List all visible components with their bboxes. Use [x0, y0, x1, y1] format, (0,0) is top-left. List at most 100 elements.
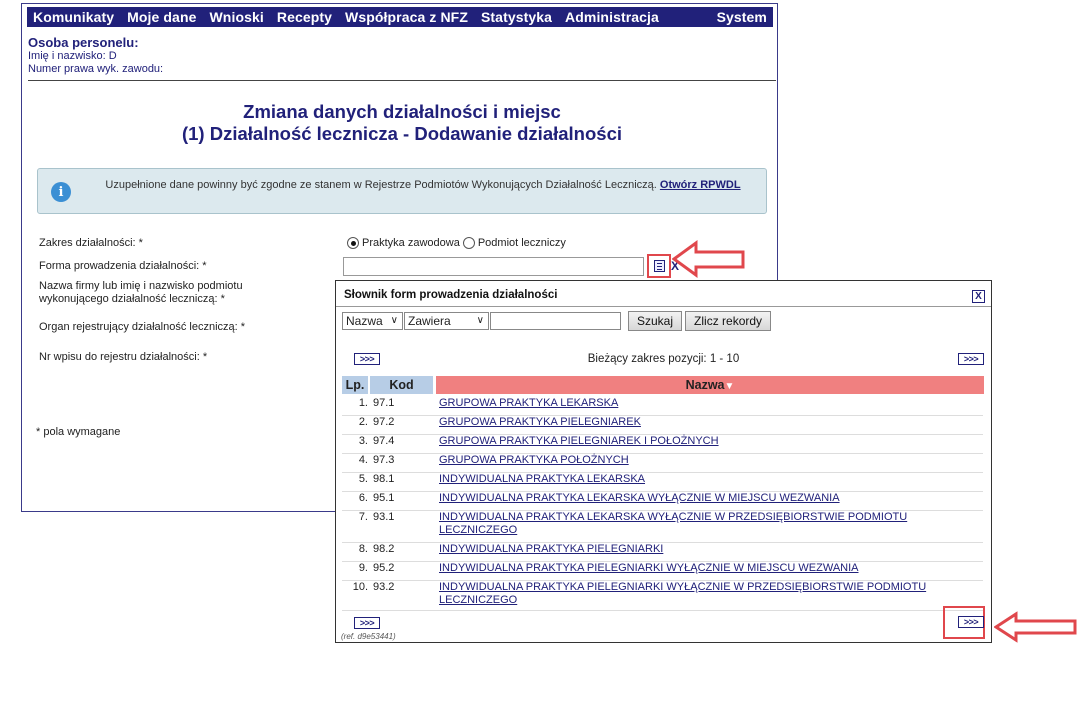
- zakres-radio-group: Praktyka zawodowa Podmiot leczniczy: [347, 237, 566, 249]
- row-kod: 95.1: [373, 492, 395, 504]
- info-icon: i: [51, 182, 71, 202]
- table-row: 6. 95.1 INDYWIDUALNA PRAKTYKA LEKARSKA W…: [342, 492, 983, 511]
- table-row: 10. 93.2 INDYWIDUALNA PRAKTYKA PIELEGNIA…: [342, 581, 983, 611]
- info-message: Uzupełnione dane powinny być zgodne ze s…: [105, 179, 657, 191]
- menu-recepty[interactable]: Recepty: [277, 9, 332, 25]
- row-kod: 97.1: [373, 397, 395, 409]
- row-name-link[interactable]: INDYWIDUALNA PRAKTYKA PIELEGNIARKI WYŁĄC…: [439, 581, 949, 607]
- operator-select-value: Zawiera: [408, 314, 451, 328]
- table-row: 7. 93.1 INDYWIDUALNA PRAKTYKA LEKARSKA W…: [342, 511, 983, 543]
- row-lp: 9.: [358, 562, 368, 574]
- menu-statystyka[interactable]: Statystyka: [481, 9, 552, 25]
- row-name-link[interactable]: GRUPOWA PRAKTYKA POŁOŻNYCH: [439, 454, 949, 467]
- table-row: 4. 97.3 GRUPOWA PRAKTYKA POŁOŻNYCH: [342, 454, 983, 473]
- forma-label: Forma prowadzenia działalności: *: [39, 260, 207, 272]
- row-kod: 97.4: [373, 435, 395, 447]
- row-lp: 7.: [358, 511, 368, 523]
- search-button[interactable]: Szukaj: [628, 311, 683, 331]
- organ-label: Organ rejestrujący działalność leczniczą…: [39, 321, 246, 333]
- menu-moje-dane[interactable]: Moje dane: [127, 9, 196, 25]
- sort-desc-icon: ▼: [724, 381, 735, 392]
- menu-system[interactable]: System: [717, 9, 767, 25]
- person-heading: Osoba personelu:: [28, 35, 139, 50]
- zakres-label: Zakres działalności: *: [39, 237, 143, 249]
- red-arrow-icon: [994, 611, 1077, 643]
- menu-wnioski[interactable]: Wnioski: [209, 9, 263, 25]
- row-name-link[interactable]: GRUPOWA PRAKTYKA PIELEGNIAREK I POŁOŻNYC…: [439, 435, 949, 448]
- operator-select[interactable]: Zawiera ∨: [404, 312, 489, 330]
- menu-administracja[interactable]: Administracja: [565, 9, 659, 25]
- row-name-link[interactable]: GRUPOWA PRAKTYKA LEKARSKA: [439, 397, 949, 410]
- radio-praktyka-zawodowa[interactable]: [347, 237, 359, 249]
- required-note: * pola wymagane: [36, 426, 121, 438]
- row-name-link[interactable]: INDYWIDUALNA PRAKTYKA LEKARSKA WYŁĄCZNIE…: [439, 492, 949, 505]
- page-title-line1: Zmiana danych działalności i miejsc: [243, 101, 561, 122]
- popup-title: Słownik form prowadzenia działalności: [336, 281, 991, 307]
- person-license-label: Numer prawa wyk. zawodu:: [28, 63, 164, 75]
- row-kod: 98.2: [373, 543, 395, 555]
- forma-input[interactable]: [343, 257, 644, 276]
- row-lp: 4.: [358, 454, 368, 466]
- count-records-button[interactable]: Zlicz rekordy: [685, 311, 772, 331]
- dictionary-popup: Słownik form prowadzenia działalności X …: [335, 280, 992, 643]
- range-text: Bieżący zakres pozycji: 1 - 10: [587, 353, 740, 365]
- row-lp: 5.: [358, 473, 368, 485]
- row-kod: 98.1: [373, 473, 395, 485]
- info-box: i Uzupełnione dane powinny być zgodne ze…: [37, 168, 767, 214]
- row-lp: 3.: [358, 435, 368, 447]
- reference-id: (ref. d9e53441): [341, 632, 396, 641]
- person-name-label: Imię i nazwisko: D: [28, 50, 117, 62]
- row-kod: 97.3: [373, 454, 395, 466]
- row-kod: 93.2: [373, 581, 395, 593]
- radio-praktyka-label: Praktyka zawodowa: [362, 237, 460, 249]
- red-arrow-icon: [672, 240, 745, 278]
- table-row: 2. 97.2 GRUPOWA PRAKTYKA PIELEGNIAREK: [342, 416, 983, 435]
- menu-bar: Komunikaty Moje dane Wnioski Recepty Wsp…: [27, 7, 773, 27]
- column-kod[interactable]: Kod: [370, 376, 433, 394]
- search-input[interactable]: [490, 312, 621, 330]
- nazwa-label-line1: Nazwa firmy lub imię i nazwisko podmiotu: [39, 280, 243, 292]
- table-row: 9. 95.2 INDYWIDUALNA PRAKTYKA PIELEGNIAR…: [342, 562, 983, 581]
- page-title: Zmiana danych działalności i miejsc (1) …: [28, 101, 776, 145]
- divider: [28, 80, 776, 81]
- search-row: Nazwa ∨ Zawiera ∨ Szukaj Zlicz rekordy: [342, 311, 772, 331]
- radio-podmiot-leczniczy[interactable]: [462, 237, 475, 249]
- menu-wspolpraca-nfz[interactable]: Współpraca z NFZ: [345, 9, 468, 25]
- field-select-value: Nazwa: [346, 314, 383, 328]
- row-name-link[interactable]: GRUPOWA PRAKTYKA PIELEGNIAREK: [439, 416, 949, 429]
- row-kod: 93.1: [373, 511, 395, 523]
- next-page-button-top-right[interactable]: >>>: [958, 353, 984, 365]
- row-name-link[interactable]: INDYWIDUALNA PRAKTYKA PIELEGNIARKI: [439, 543, 949, 556]
- close-icon[interactable]: X: [972, 290, 985, 303]
- column-nazwa[interactable]: Nazwa▼: [436, 376, 984, 394]
- menu-komunikaty[interactable]: Komunikaty: [33, 9, 114, 25]
- table-row: 1. 97.1 GRUPOWA PRAKTYKA LEKARSKA: [342, 397, 983, 416]
- dictionary-button[interactable]: [647, 254, 671, 278]
- list-icon: [653, 260, 665, 272]
- field-select[interactable]: Nazwa ∨: [342, 312, 403, 330]
- row-lp: 10.: [352, 581, 368, 593]
- row-lp: 1.: [358, 397, 368, 409]
- next-page-button-bottom-right[interactable]: >>>: [958, 616, 984, 628]
- next-page-button-bottom-left[interactable]: >>>: [354, 617, 380, 629]
- row-kod: 97.2: [373, 416, 395, 428]
- row-name-link[interactable]: INDYWIDUALNA PRAKTYKA PIELEGNIARKI WYŁĄC…: [439, 562, 949, 575]
- row-lp: 8.: [358, 543, 368, 555]
- column-nazwa-label: Nazwa: [685, 378, 725, 392]
- person-info: Osoba personelu: Imię i nazwisko: D Nume…: [28, 35, 163, 76]
- nazwa-label: Nazwa firmy lub imię i nazwisko podmiotu…: [39, 280, 243, 306]
- info-text: Uzupełnione dane powinny być zgodne ze s…: [93, 179, 753, 192]
- nazwa-label-line2: wykonującego działalność leczniczą: *: [39, 293, 225, 305]
- page-title-line2: (1) Działalność lecznicza - Dodawanie dz…: [181, 123, 623, 144]
- rpwdl-link[interactable]: Otwórz RPWDL: [660, 179, 741, 191]
- row-lp: 2.: [358, 416, 368, 428]
- table-row: 5. 98.1 INDYWIDUALNA PRAKTYKA LEKARSKA: [342, 473, 983, 492]
- row-name-link[interactable]: INDYWIDUALNA PRAKTYKA LEKARSKA: [439, 473, 949, 486]
- column-lp: Lp.: [342, 376, 368, 394]
- nr-wpisu-label: Nr wpisu do rejestru działalności: *: [39, 351, 208, 363]
- row-lp: 6.: [358, 492, 368, 504]
- row-name-link[interactable]: INDYWIDUALNA PRAKTYKA LEKARSKA WYŁĄCZNIE…: [439, 511, 949, 537]
- row-kod: 95.2: [373, 562, 395, 574]
- table-row: 3. 97.4 GRUPOWA PRAKTYKA PIELEGNIAREK I …: [342, 435, 983, 454]
- chevron-down-icon: ∨: [390, 315, 398, 326]
